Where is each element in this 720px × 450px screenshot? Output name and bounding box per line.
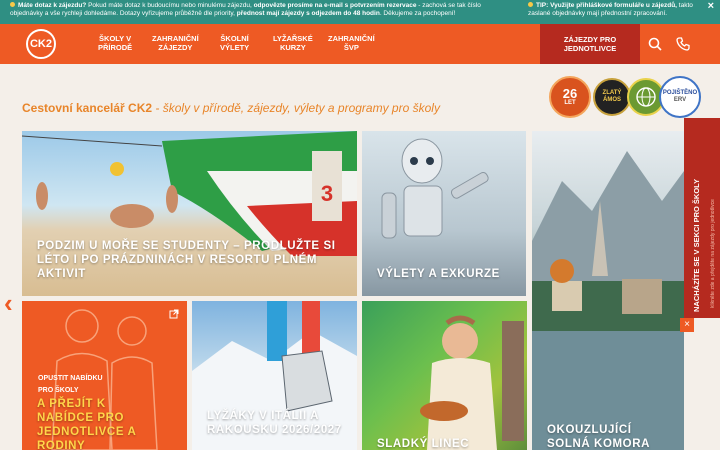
- main-nav: CK2 ŠKOLY V PŘÍRODĚ ZAHRANIČNÍ ZÁJEZDY ŠKO…: [0, 24, 720, 64]
- 26-years-badge: 26 LET: [549, 76, 591, 118]
- tile-title: A PŘEJÍT K NABÍDCE PRO JEDNOTLIVCE A ROD…: [37, 398, 136, 450]
- search-icon[interactable]: [647, 36, 663, 52]
- phone-icon[interactable]: [675, 36, 691, 52]
- svg-text:3: 3: [321, 181, 333, 206]
- external-link-icon: [169, 309, 179, 319]
- tile-lyzaky[interactable]: LYŽÁKY V ITÁLII A RAKOUSKU 2026/2027: [192, 301, 357, 450]
- section-indicator-tab[interactable]: NACHÁZÍTE SE V SEKCI PRO ŠKOLY klikněte …: [684, 118, 720, 318]
- tile-title: VÝLETY A EXKURZE: [377, 268, 500, 280]
- tile-title: SLADKÝ LINEC: [377, 438, 470, 450]
- info-message-tip: TIP: Využijte přihláškové formuláře u zá…: [528, 2, 693, 17]
- carousel-prev-icon[interactable]: ‹: [4, 288, 13, 319]
- nav-lyzarske-kurzy[interactable]: LYŽAŘSKÉ KURZY: [273, 34, 313, 52]
- tile-title: PODZIM U MOŘE SE STUDENTY – PRODLUŽTE SI…: [37, 240, 336, 280]
- nav-zahranicni-svp[interactable]: ZAHRANIČNÍ ŠVP: [328, 34, 375, 52]
- nav-zajezdy-pro-jednotlivce[interactable]: ZÁJEZDY PRO JEDNOTLIVCE: [540, 24, 640, 64]
- info-dot-icon: [10, 2, 15, 7]
- info-bar: Máte dotaz k zájezdu? Pokud máte dotaz k…: [0, 0, 720, 24]
- info-close-button[interactable]: ×: [708, 1, 714, 12]
- linzer-torte-image: [420, 315, 524, 450]
- tile-solna-komora[interactable]: OKOUZLUJÍCÍ SOLNÁ KOMORA: [532, 131, 684, 450]
- tile-sladky-linec[interactable]: SLADKÝ LINEC: [362, 301, 527, 450]
- zlaty-amos-badge: ZLATÝ ÁMOS: [593, 78, 631, 116]
- nav-skoly-v-prirode[interactable]: ŠKOLY V PŘÍRODĚ: [98, 34, 132, 52]
- tile-title: OKOUZLUJÍCÍ SOLNÁ KOMORA: [547, 424, 651, 450]
- tile-vylety-a-exkurze[interactable]: VÝLETY A EXKURZE: [362, 131, 526, 296]
- section-tab-close-button[interactable]: ×: [680, 318, 694, 332]
- section-indicator-subtext: klikněte zde a přejděte na zájezdy pro j…: [710, 199, 716, 308]
- info-message-dotaz: Máte dotaz k zájezdu? Pokud máte dotaz k…: [10, 2, 481, 17]
- info-dot-icon: [528, 2, 533, 7]
- nav-skolni-vylety[interactable]: ŠKOLNÍ VÝLETY: [220, 34, 249, 52]
- tile-opustit-nabidku[interactable]: OPUSTIT NABÍDKU PRO ŠKOLY A PŘEJÍT K NAB…: [22, 301, 187, 450]
- tile-small-label: OPUSTIT NABÍDKU PRO ŠKOLY: [38, 375, 103, 394]
- page-heading: Cestovní kancelář CK2 - školy v přírodě,…: [22, 101, 440, 115]
- hallstatt-image: [532, 151, 684, 450]
- pojisteno-erv-badge: POJIŠTĚNO ERV: [659, 76, 701, 118]
- tile-title: LYŽÁKY V ITÁLII A RAKOUSKU 2026/2027: [207, 410, 342, 436]
- nav-zahranicni-zajezdy[interactable]: ZAHRANIČNÍ ZÁJEZDY: [152, 34, 199, 52]
- ck2-logo[interactable]: CK2: [26, 29, 56, 59]
- tile-podzim-u-more[interactable]: 3 PODZIM U MOŘE SE STUDENTY – PRODLUŽTE …: [22, 131, 357, 296]
- section-indicator-text: NACHÁZÍTE SE V SEKCI PRO ŠKOLY: [692, 178, 701, 312]
- globe-icon: [636, 87, 656, 107]
